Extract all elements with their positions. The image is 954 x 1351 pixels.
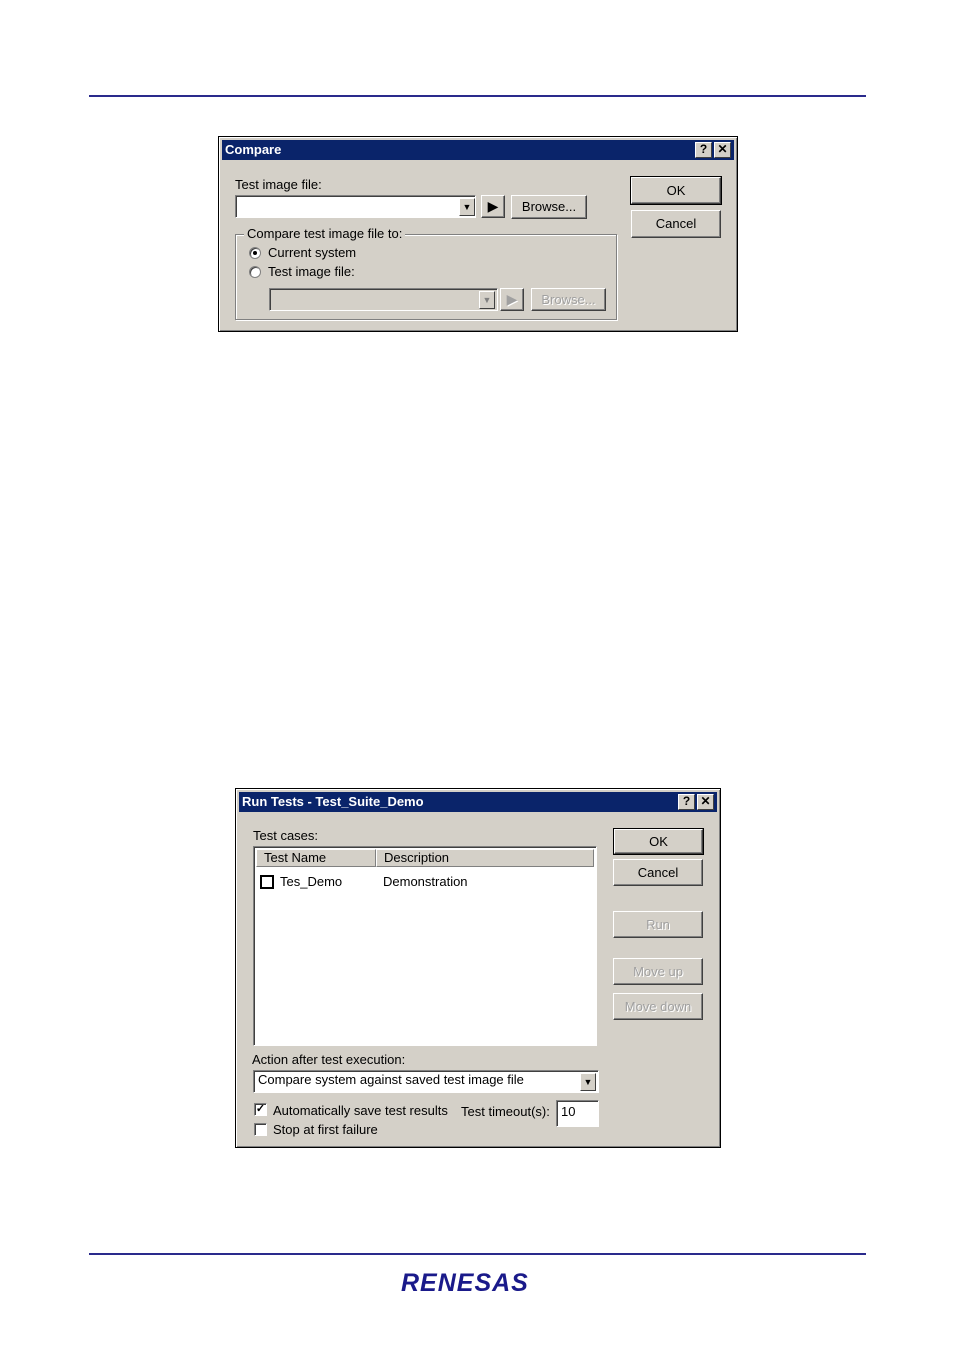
cancel-button[interactable]: Cancel (631, 210, 721, 238)
action-label: Action after test execution: (252, 1052, 406, 1067)
test-cases-list[interactable]: Test Name Description Tes_Demo Demonstra… (253, 846, 597, 1046)
row-description: Demonstration (383, 874, 468, 889)
test-image-arrow-button[interactable]: ▶ (481, 195, 505, 218)
test-image2-arrow-button[interactable]: ▶ (500, 288, 524, 311)
test-image-radio[interactable] (249, 266, 261, 278)
run-tests-titlebar: Run Tests - Test_Suite_Demo ? ✕ (239, 792, 717, 812)
header-rule (89, 95, 866, 97)
help-icon[interactable]: ? (678, 794, 695, 810)
test-cases-label: Test cases: (253, 828, 319, 843)
compare-title: Compare (225, 142, 282, 157)
chevron-down-icon[interactable]: ▼ (479, 291, 495, 309)
run-tests-title: Run Tests - Test_Suite_Demo (242, 794, 424, 809)
browse2-button[interactable]: Browse... (531, 288, 606, 311)
compare-dialog: Compare ? ✕ Test image file: ▼ ▶ Browse.… (218, 136, 738, 332)
table-row[interactable]: Tes_Demo Demonstration (260, 874, 590, 892)
move-up-button[interactable]: Move up (613, 958, 703, 985)
test-image-combo[interactable] (235, 195, 476, 218)
compare-to-label: Compare test image file to: (244, 226, 406, 241)
renesas-logo: RENESAS (401, 1269, 529, 1297)
move-down-button[interactable]: Move down (613, 993, 703, 1020)
test-image-radio-label: Test image file: (268, 264, 355, 279)
column-header-description[interactable]: Description (376, 849, 594, 867)
stop-label: Stop at first failure (273, 1122, 378, 1137)
row-checkbox[interactable] (260, 875, 274, 889)
compare-titlebar: Compare ? ✕ (222, 140, 734, 160)
timeout-label: Test timeout(s): (461, 1104, 550, 1119)
test-image-label: Test image file: (235, 177, 322, 192)
browse-button[interactable]: Browse... (511, 195, 587, 219)
run-tests-dialog: Run Tests - Test_Suite_Demo ? ✕ Test cas… (235, 788, 721, 1148)
run-button[interactable]: Run (613, 911, 703, 938)
test-image2-combo[interactable] (269, 288, 498, 311)
chevron-down-icon[interactable]: ▼ (459, 198, 475, 216)
help-icon[interactable]: ? (695, 142, 712, 158)
auto-save-label: Automatically save test results (273, 1103, 448, 1118)
ok-button[interactable]: OK (630, 176, 722, 205)
action-select[interactable]: Compare system against saved test image … (253, 1070, 599, 1093)
current-system-radio[interactable] (249, 247, 261, 259)
column-header-test-name[interactable]: Test Name (256, 849, 376, 867)
current-system-label: Current system (268, 245, 357, 260)
ok-button[interactable]: OK (613, 828, 704, 855)
cancel-button[interactable]: Cancel (613, 859, 703, 886)
auto-save-checkbox[interactable]: ✓ (254, 1103, 267, 1116)
chevron-down-icon[interactable]: ▼ (580, 1073, 596, 1091)
row-test-name: Tes_Demo (280, 874, 343, 889)
footer-rule (89, 1253, 866, 1255)
close-icon[interactable]: ✕ (714, 142, 731, 158)
stop-checkbox[interactable] (254, 1123, 267, 1136)
timeout-input[interactable]: 10 (556, 1100, 599, 1127)
close-icon[interactable]: ✕ (697, 794, 714, 810)
